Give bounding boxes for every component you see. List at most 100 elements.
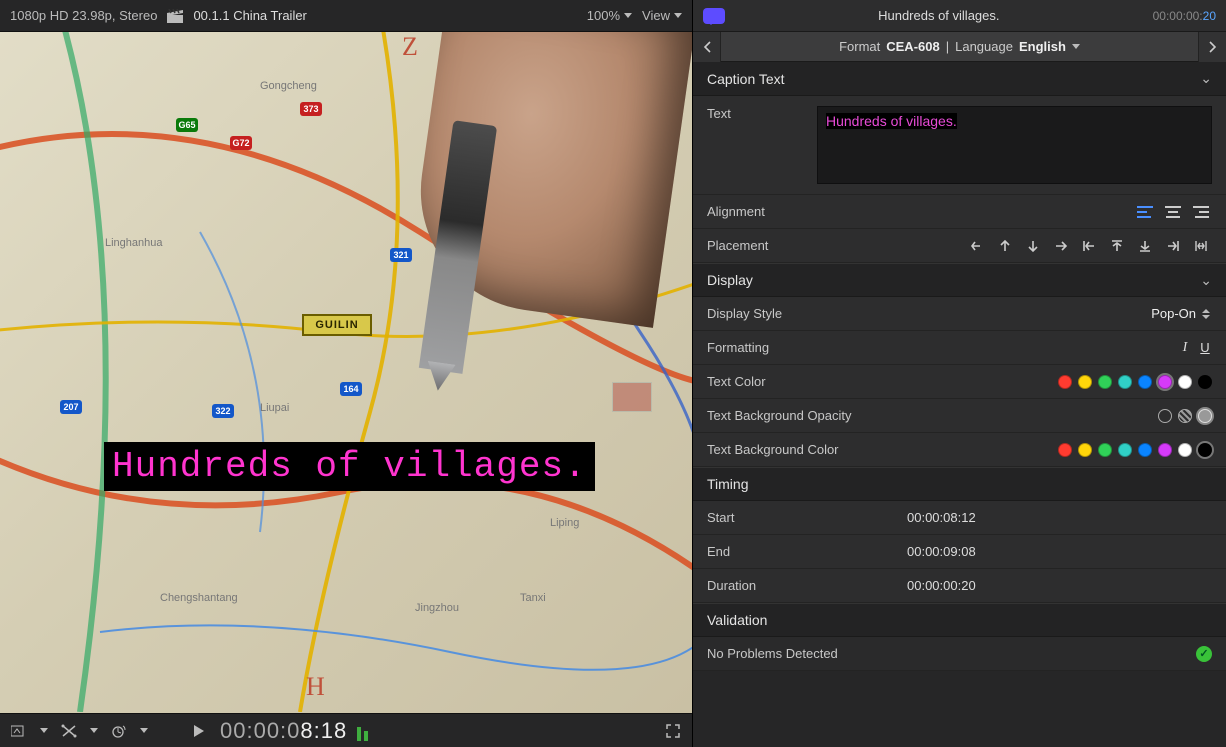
viewer-format-label: 1080p HD 23.98p, Stereo [10, 8, 157, 23]
opacity-full-button[interactable] [1198, 409, 1212, 423]
placement-left-button[interactable] [966, 238, 988, 254]
chevron-down-icon [90, 728, 98, 733]
zoom-dropdown[interactable]: 100% [587, 8, 632, 23]
placement-center-button[interactable] [1190, 238, 1212, 254]
retime-menu[interactable] [108, 720, 130, 742]
color-swatch[interactable] [1118, 375, 1132, 389]
row-start: Start 00:00:08:12 [693, 501, 1226, 535]
map-city-label: Tanxi [520, 592, 546, 604]
placement-up-button[interactable] [994, 238, 1016, 254]
selection-handle[interactable] [612, 382, 652, 412]
color-swatch[interactable] [1138, 443, 1152, 457]
map-city-label: Liping [550, 517, 579, 529]
start-timecode-field[interactable]: 00:00:08:12 [907, 510, 1057, 525]
row-text-bg-opacity: Text Background Opacity [693, 399, 1226, 433]
clapperboard-icon[interactable] [167, 9, 183, 23]
next-caption-button[interactable] [1198, 32, 1226, 62]
end-timecode-field[interactable]: 00:00:09:08 [907, 544, 1057, 559]
timecode-dim: 00:00:0 [220, 718, 300, 743]
section-display[interactable]: Display ⌄ [693, 263, 1226, 297]
color-swatch[interactable] [1078, 375, 1092, 389]
color-swatch[interactable] [1058, 443, 1072, 457]
map-city-label: Liupai [260, 402, 289, 414]
zoom-value: 100% [587, 8, 620, 23]
align-left-button[interactable] [1134, 204, 1156, 220]
label-alignment: Alignment [707, 204, 907, 219]
play-button[interactable] [188, 720, 210, 742]
color-swatch[interactable] [1198, 443, 1212, 457]
color-swatch[interactable] [1078, 443, 1092, 457]
map-guilin-label: GUILIN [302, 314, 372, 336]
row-text-bg-color: Text Background Color [693, 433, 1226, 467]
fullscreen-button[interactable] [662, 720, 684, 742]
timecode-bright: 8:18 [300, 718, 347, 743]
color-swatch[interactable] [1098, 375, 1112, 389]
label-start: Start [707, 510, 907, 525]
format-prefix: Format [839, 39, 880, 54]
opacity-none-button[interactable] [1158, 409, 1172, 423]
caption-inspector-icon[interactable] [703, 8, 725, 24]
color-swatch[interactable] [1198, 375, 1212, 389]
placement-right-button[interactable] [1050, 238, 1072, 254]
label-display-style: Display Style [707, 306, 907, 321]
map-city-label: Gongcheng [260, 80, 317, 92]
map-city-label: Chengshantang [160, 592, 238, 604]
clip-appearance-menu[interactable] [8, 720, 30, 742]
highway-shield: 322 [212, 404, 234, 418]
viewer-canvas[interactable]: G65 G78 321 207 322 164 G72 373 Gongchen… [0, 32, 692, 713]
chevron-down-icon [674, 13, 682, 18]
viewer-bottom-bar: 00:00:08:18 [0, 713, 692, 747]
section-validation[interactable]: Validation [693, 603, 1226, 637]
row-validation-status: No Problems Detected [693, 637, 1226, 671]
row-text-color: Text Color [693, 365, 1226, 399]
placement-left-edge-button[interactable] [1078, 238, 1100, 254]
map-letter: Z [402, 32, 418, 62]
caption-overlay[interactable]: Hundreds of villages. [104, 442, 595, 491]
section-label: Caption Text [707, 71, 785, 87]
color-swatch[interactable] [1178, 443, 1192, 457]
color-swatch[interactable] [1138, 375, 1152, 389]
prev-caption-button[interactable] [693, 32, 721, 62]
align-right-button[interactable] [1190, 204, 1212, 220]
color-swatch[interactable] [1058, 375, 1072, 389]
section-timing[interactable]: Timing [693, 467, 1226, 501]
row-end: End 00:00:09:08 [693, 535, 1226, 569]
highway-shield: G72 [230, 136, 252, 150]
inspector-top-bar: Hundreds of villages. 00:00:00:20 [693, 0, 1226, 32]
transform-menu[interactable] [58, 720, 80, 742]
map-letter: H [306, 672, 325, 702]
placement-top-edge-button[interactable] [1106, 238, 1128, 254]
row-display-style: Display Style Pop-On [693, 297, 1226, 331]
view-dropdown[interactable]: View [642, 8, 682, 23]
format-language-selector[interactable]: Format CEA-608 | Language English [721, 39, 1198, 54]
color-swatch[interactable] [1158, 375, 1172, 389]
placement-bottom-edge-button[interactable] [1134, 238, 1156, 254]
duration-timecode-field[interactable]: 00:00:00:20 [907, 578, 1057, 593]
color-swatch[interactable] [1118, 443, 1132, 457]
opacity-half-button[interactable] [1178, 409, 1192, 423]
highway-shield: 164 [340, 382, 362, 396]
map-city-label: Linghanhua [105, 237, 163, 249]
inspector-title: Hundreds of villages. [737, 8, 1141, 23]
map-city-label: Jingzhou [415, 602, 459, 614]
chevron-down-icon: ⌄ [1200, 272, 1212, 289]
color-swatch[interactable] [1158, 443, 1172, 457]
italic-button[interactable]: I [1178, 340, 1192, 356]
chevron-down-icon [40, 728, 48, 733]
align-center-button[interactable] [1162, 204, 1184, 220]
display-style-value: Pop-On [1151, 306, 1196, 321]
viewer-timecode[interactable]: 00:00:08:18 [220, 718, 347, 744]
section-caption-text[interactable]: Caption Text ⌄ [693, 62, 1226, 96]
display-style-select[interactable]: Pop-On [1151, 306, 1212, 321]
color-swatch[interactable] [1178, 375, 1192, 389]
caption-text-input[interactable]: Hundreds of villages. [817, 106, 1212, 184]
row-formatting: Formatting I U [693, 331, 1226, 365]
label-end: End [707, 544, 907, 559]
highway-shield: 373 [300, 102, 322, 116]
placement-down-button[interactable] [1022, 238, 1044, 254]
format-value: CEA-608 [886, 39, 939, 54]
placement-right-edge-button[interactable] [1162, 238, 1184, 254]
underline-button[interactable]: U [1198, 340, 1212, 356]
color-swatch[interactable] [1098, 443, 1112, 457]
chevron-down-icon [140, 728, 148, 733]
